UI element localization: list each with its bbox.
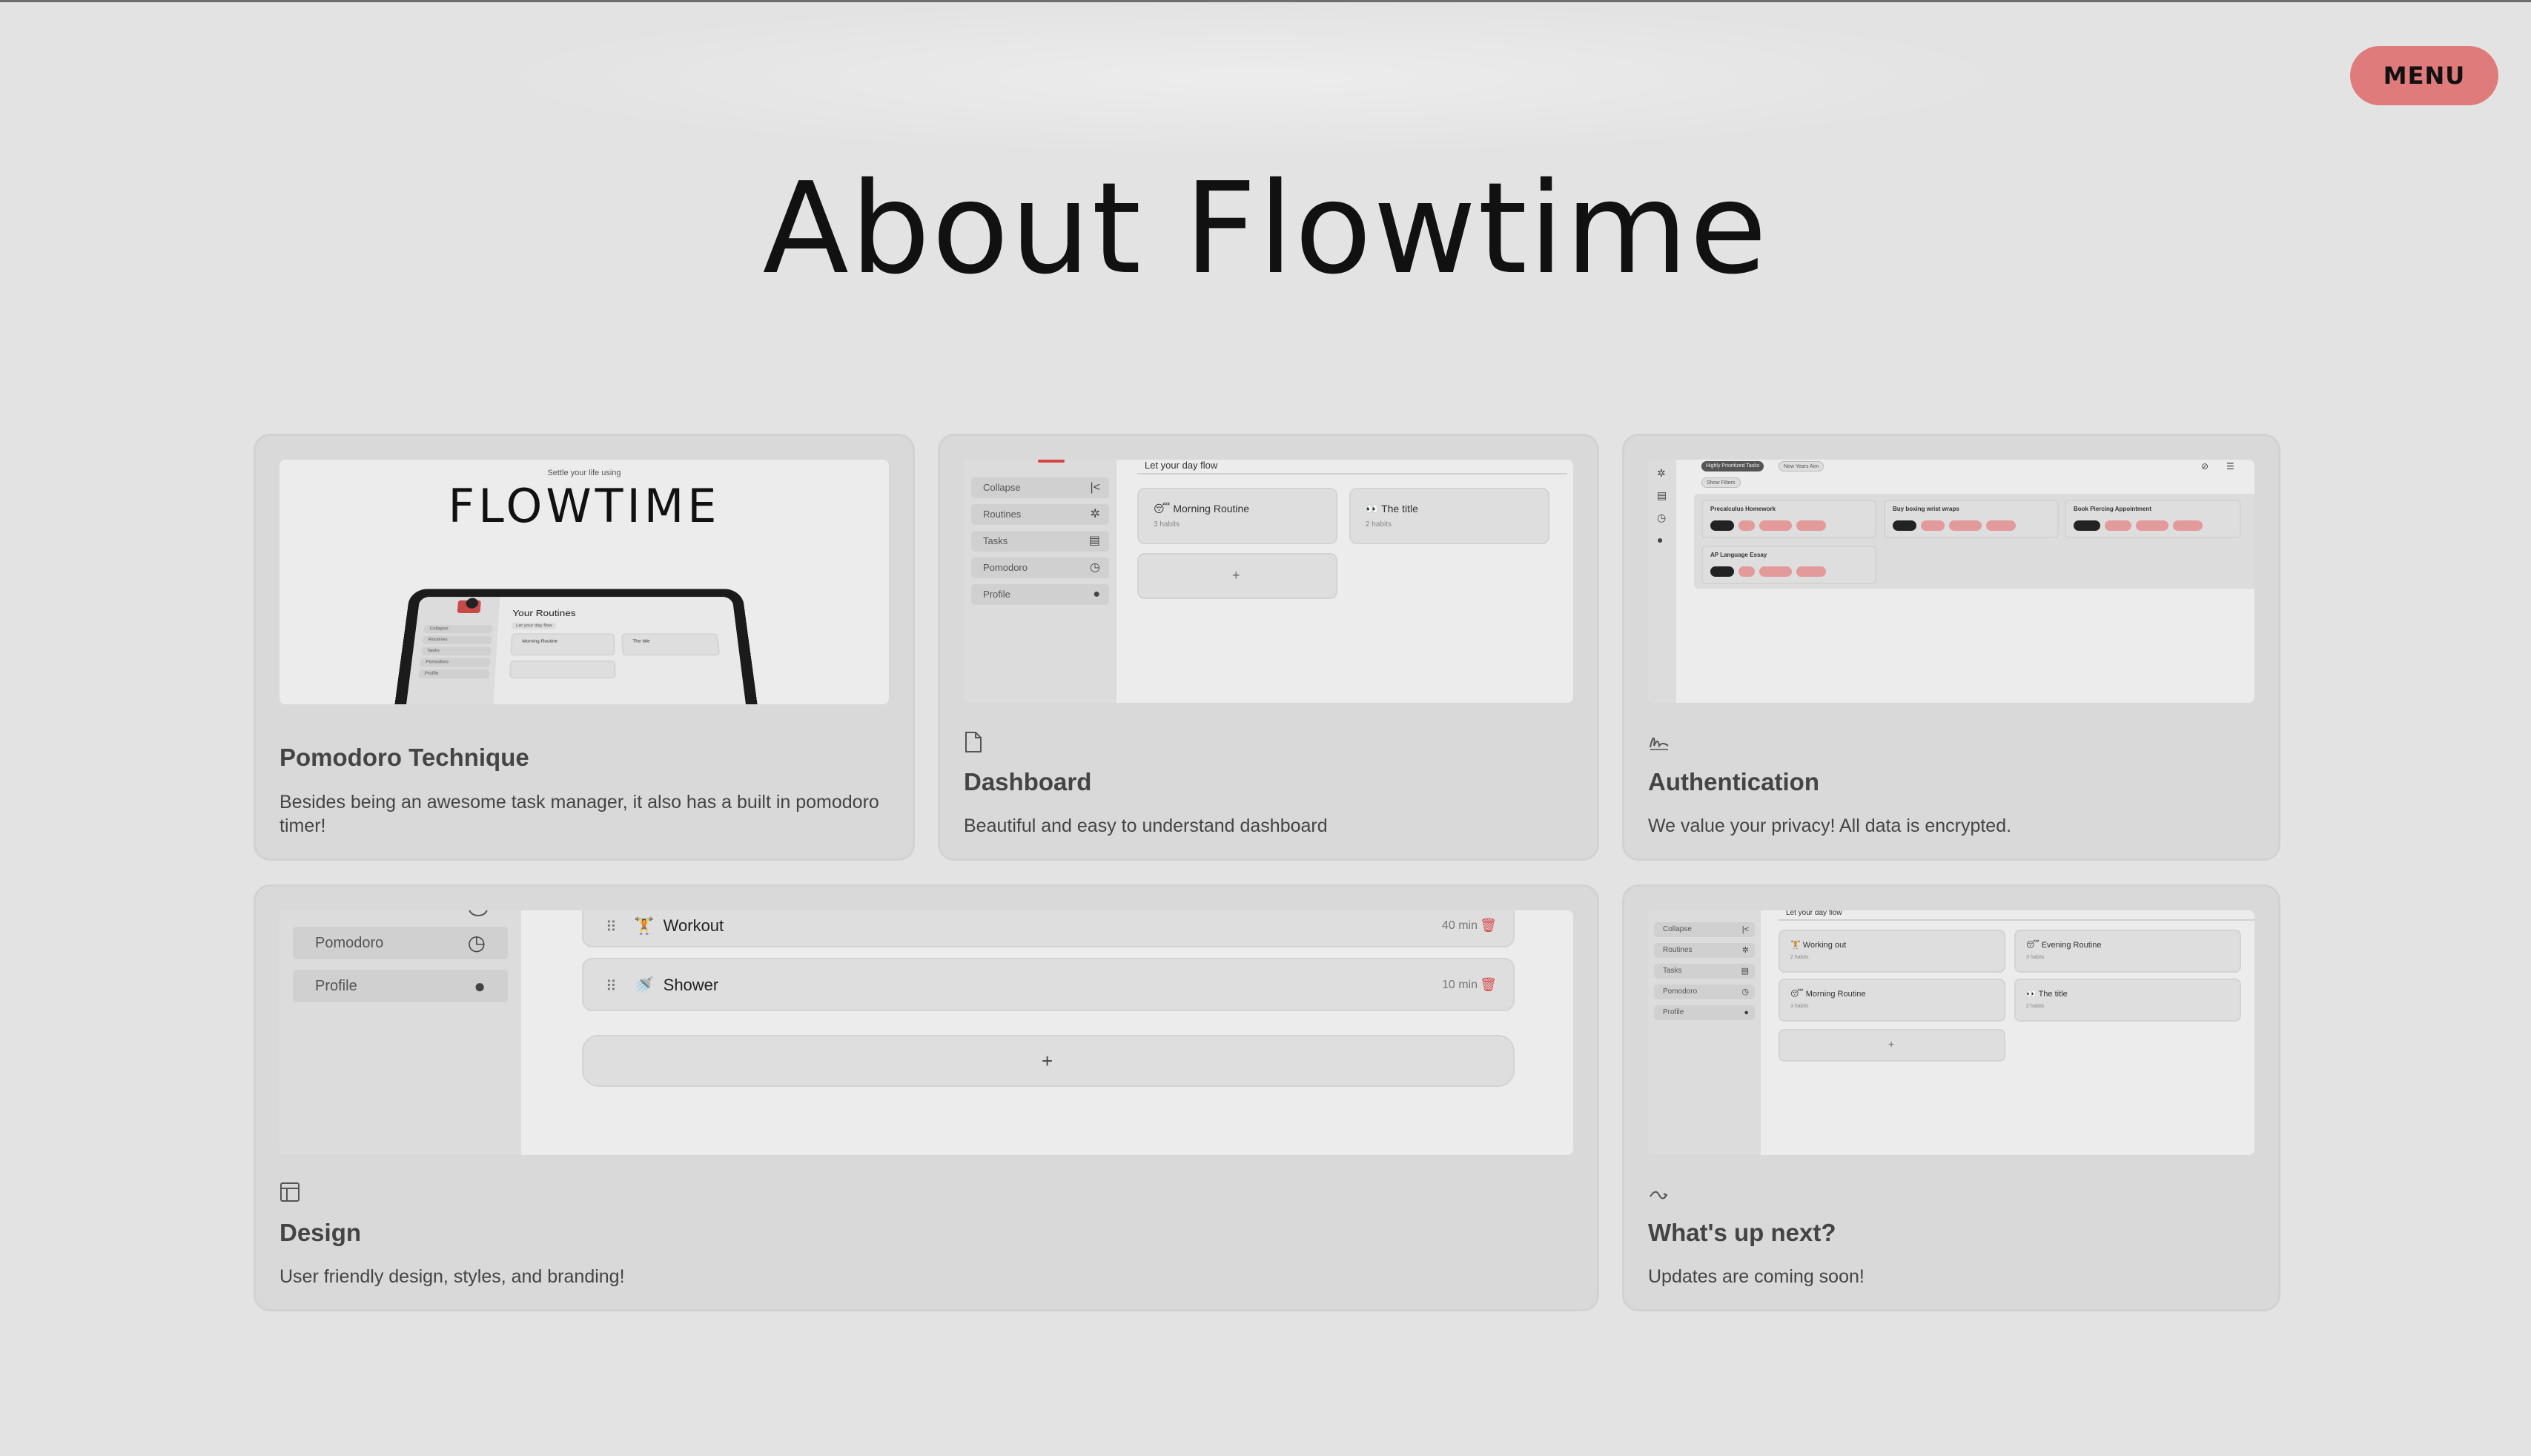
preview-side-item: Profile ● — [1654, 1005, 1755, 1020]
add-routine-row: + — [582, 1035, 1515, 1087]
feature-card-dashboard[interactable]: Collapse |< Routines ✲ Tasks ▤ Pomodoro ◷ Pr… — [938, 434, 1599, 861]
card-description: We value your privacy! All data is encry… — [1648, 815, 2012, 836]
whats-next-preview-image: Collapse |< Routines ✲ Tasks ▤ Pomodoro ◷ Pr… — [1648, 910, 2254, 1155]
card-title: What's up next? — [1648, 1219, 1836, 1246]
pomodoro-preview-image: Settle your life using FLOWTIME Collapse… — [279, 460, 889, 704]
preview-side-item: Routines ✲ — [971, 504, 1109, 525]
preview-side-item: Collapse |< — [1654, 922, 1755, 937]
preview-side-item: Routines ✲ — [1654, 943, 1755, 958]
feature-card-pomodoro[interactable]: Settle your life using FLOWTIME Collapse… — [254, 434, 915, 861]
card-title: Authentication — [1648, 768, 1819, 795]
preview-tile: 👀 The title 2 habits — [1349, 488, 1549, 544]
feature-card-design[interactable]: Pomodoro ◷ Profile ● ⠿ 🏋 Workout 40 min 🗑 … — [254, 884, 1599, 1311]
preview-side-item: Pomodoro ◷ — [971, 557, 1109, 578]
card-description: User friendly design, styles, and brandi… — [279, 1266, 625, 1287]
page-title: About Flowtime — [762, 156, 1769, 302]
feature-card-authentication[interactable]: ✲ ▤ ◷ ● Highly Prioritized Tasks New Yea… — [1622, 434, 2280, 861]
preview-header: Let your day flow — [1779, 910, 2254, 921]
preview-add-tile: + — [1137, 553, 1337, 599]
routine-row: ⠿ 🏋 Workout 40 min 🗑 — [582, 910, 1515, 947]
preview-tile: 😴 Morning Routine 3 habits — [1137, 488, 1337, 544]
preview-side-item: Profile ● — [293, 970, 508, 1002]
preview-tile: 😴 Evening Routine 3 habits — [2014, 930, 2241, 973]
design-preview-image: Pomodoro ◷ Profile ● ⠿ 🏋 Workout 40 min 🗑 … — [279, 910, 1573, 1155]
squiggle-icon — [1648, 1185, 1670, 1207]
signature-icon — [1648, 732, 1670, 756]
task-tile: Precalculus Homework — [1701, 500, 1876, 538]
preview-tile: 🏋 Working out 2 habits — [1779, 930, 2005, 973]
card-description: Besides being an awesome task manager, i… — [279, 792, 879, 836]
filter-chip: New Years Aim — [1779, 461, 1824, 471]
delete-icon: 🗑 — [1480, 918, 1497, 933]
preview-side-item: Profile — [417, 669, 490, 679]
preview-side-item: Tasks ▤ — [1654, 964, 1755, 979]
preview-tile: 😴 Morning Routine 3 habits — [1779, 979, 2005, 1022]
preview-tagline: Settle your life using — [547, 469, 621, 477]
preview-side-item: Pomodoro — [419, 658, 491, 667]
header-glow — [474, 0, 2031, 156]
preview-screen-title: Your Routines — [512, 608, 576, 619]
authentication-preview-image: ✲ ▤ ◷ ● Highly Prioritized Tasks New Yea… — [1648, 460, 2254, 703]
preview-side-item: Profile ● — [971, 584, 1109, 605]
card-title: Pomodoro Technique — [279, 744, 529, 771]
card-description: Beautiful and easy to understand dashboa… — [964, 815, 1328, 836]
card-description: Updates are coming soon! — [1648, 1266, 1865, 1287]
preview-tile-label: Morning Routine — [522, 639, 558, 644]
task-tile: AP Language Essay — [1701, 546, 1876, 584]
task-tile: Buy boxing wrist wraps — [1884, 500, 2059, 538]
task-tile: Book Piercing Appointment — [2065, 500, 2241, 538]
preview-side-item: Collapse |< — [971, 477, 1109, 498]
preview-side-item: Collapse — [423, 624, 493, 634]
preview-tile: 👀 The title 2 habits — [2014, 979, 2241, 1022]
preview-add-tile: + — [1779, 1029, 2005, 1062]
feature-card-whats-next[interactable]: Collapse |< Routines ✲ Tasks ▤ Pomodoro ◷ Pr… — [1622, 884, 2280, 1311]
filter-chip: Highly Prioritized Tasks — [1701, 461, 1764, 471]
delete-icon: 🗑 — [1480, 977, 1497, 992]
menu-button[interactable]: MENU — [2350, 46, 2498, 105]
card-title: Design — [279, 1219, 362, 1246]
show-filters-chip: Show Filters — [1701, 477, 1741, 488]
preview-side-item: Tasks — [420, 646, 492, 656]
routine-row: ⠿ 🚿 Shower 10 min 🗑 — [582, 958, 1515, 1011]
preview-screen-subtitle: Let your day flow — [512, 622, 557, 629]
document-icon — [964, 731, 983, 758]
preview-tile-label: The title — [632, 639, 650, 644]
preview-side-item: Routines — [422, 635, 492, 645]
preview-side-item: Pomodoro ◷ — [1654, 985, 1755, 999]
dashboard-preview-image: Collapse |< Routines ✲ Tasks ▤ Pomodoro ◷ Pr… — [964, 460, 1573, 703]
preview-header: Let your day flow — [1137, 460, 1567, 474]
tablet-mockup: Collapse Routines Tasks Pomodoro Profile… — [391, 589, 761, 704]
preview-brand: FLOWTIME — [448, 479, 721, 533]
preview-side-item: Tasks ▤ — [971, 531, 1109, 552]
preview-side-item: Pomodoro ◷ — [293, 927, 508, 959]
card-title: Dashboard — [964, 768, 1092, 795]
layout-icon — [279, 1182, 300, 1207]
